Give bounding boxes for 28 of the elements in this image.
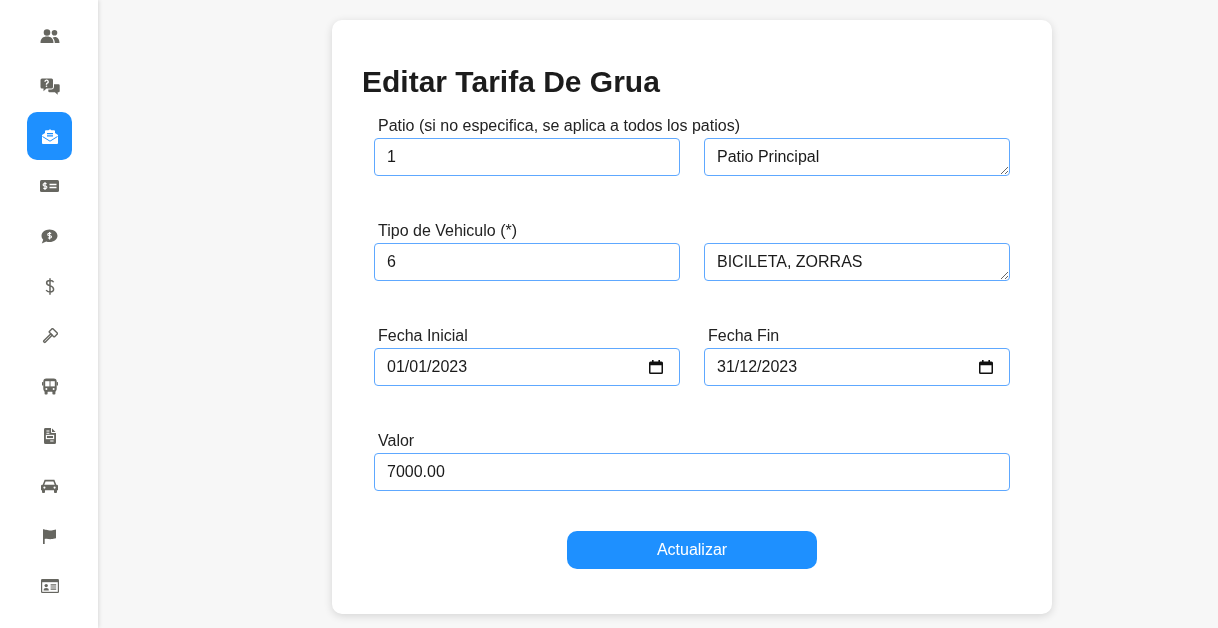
bus-icon — [41, 377, 58, 395]
page-title: Editar Tarifa De Grua — [362, 64, 660, 100]
field-label: Tipo de Vehiculo (*) — [378, 221, 518, 241]
id-card-icon — [40, 579, 59, 593]
users-icon — [39, 29, 60, 43]
gavel-icon — [41, 327, 58, 345]
calendar-icon[interactable] — [649, 360, 663, 374]
document-icon — [43, 428, 56, 444]
field-label: Fecha Inicial — [378, 326, 468, 346]
dollar-icon — [44, 277, 55, 295]
text-area[interactable]: Patio Principal — [704, 138, 1010, 176]
car-icon — [41, 479, 58, 493]
input-field[interactable]: 7000.00 — [374, 453, 1010, 491]
sidebar-item[interactable] — [27, 112, 72, 160]
calendar-icon[interactable] — [979, 360, 993, 374]
flag-icon — [43, 528, 56, 544]
field-label: Fecha Fin — [708, 326, 780, 346]
date-field[interactable]: 01/01/2023 — [374, 348, 680, 386]
field-label: Patio (si no especifica, se aplica a todos los patios) — [378, 116, 740, 136]
question-chat-icon — [39, 77, 60, 95]
date-field[interactable]: 31/12/2023 — [704, 348, 1010, 386]
dollar-card-icon — [40, 180, 59, 192]
field-label: Valor — [378, 431, 415, 451]
envelope-icon — [41, 128, 58, 144]
text-area[interactable]: BICILETA, ZORRAS — [704, 243, 1010, 281]
input-field[interactable]: 1 — [374, 138, 680, 176]
dollar-chat-icon — [41, 228, 58, 244]
input-field[interactable]: 6 — [374, 243, 680, 281]
